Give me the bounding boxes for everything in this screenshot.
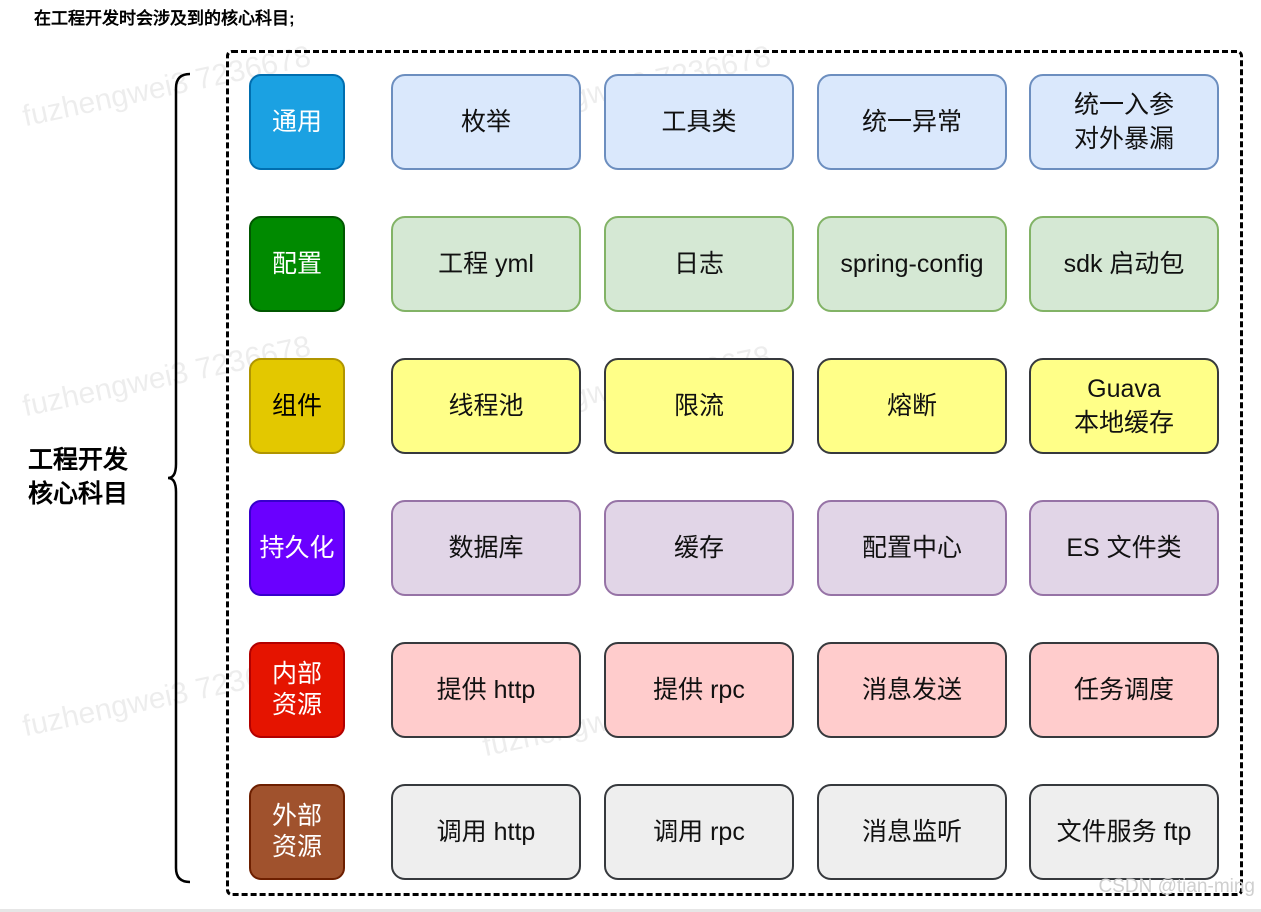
- category-box: 组件: [249, 358, 345, 454]
- subject-cell: 消息监听: [817, 784, 1007, 880]
- category-box: 内部 资源: [249, 642, 345, 738]
- subject-cell: 日志: [604, 216, 794, 312]
- category-box: 外部 资源: [249, 784, 345, 880]
- subject-cell: 消息发送: [817, 642, 1007, 738]
- subject-cell: sdk 启动包: [1029, 216, 1219, 312]
- csdn-credit: CSDN @tian-ming: [1098, 876, 1255, 897]
- category-box: 持久化: [249, 500, 345, 596]
- subject-cell: 文件服务 ftp: [1029, 784, 1219, 880]
- subject-cell: spring-config: [817, 216, 1007, 312]
- side-label-text: 工程开发 核心科目: [28, 446, 129, 508]
- subject-cell: 工具类: [604, 74, 794, 170]
- category-box: 配置: [249, 216, 345, 312]
- subject-cell: 调用 http: [391, 784, 581, 880]
- subject-cell: 提供 rpc: [604, 642, 794, 738]
- side-label: 工程开发 核心科目: [28, 443, 158, 511]
- subject-cell: 线程池: [391, 358, 581, 454]
- subject-cell: 统一入参 对外暴漏: [1029, 74, 1219, 170]
- subject-cell: 配置中心: [817, 500, 1007, 596]
- page-heading: 在工程开发时会涉及到的核心科目;: [34, 9, 295, 28]
- subject-cell: 任务调度: [1029, 642, 1219, 738]
- subject-cell: 调用 rpc: [604, 784, 794, 880]
- subject-cell: Guava 本地缓存: [1029, 358, 1219, 454]
- left-brace: [168, 72, 191, 884]
- subject-cell: 限流: [604, 358, 794, 454]
- subject-cell: 统一异常: [817, 74, 1007, 170]
- subject-cell: 枚举: [391, 74, 581, 170]
- subject-cell: 数据库: [391, 500, 581, 596]
- subject-cell: 工程 yml: [391, 216, 581, 312]
- subject-cell: 熔断: [817, 358, 1007, 454]
- category-box: 通用: [249, 74, 345, 170]
- subject-cell: ES 文件类: [1029, 500, 1219, 596]
- dashed-frame: [226, 50, 1243, 896]
- subject-cell: 提供 http: [391, 642, 581, 738]
- subject-cell: 缓存: [604, 500, 794, 596]
